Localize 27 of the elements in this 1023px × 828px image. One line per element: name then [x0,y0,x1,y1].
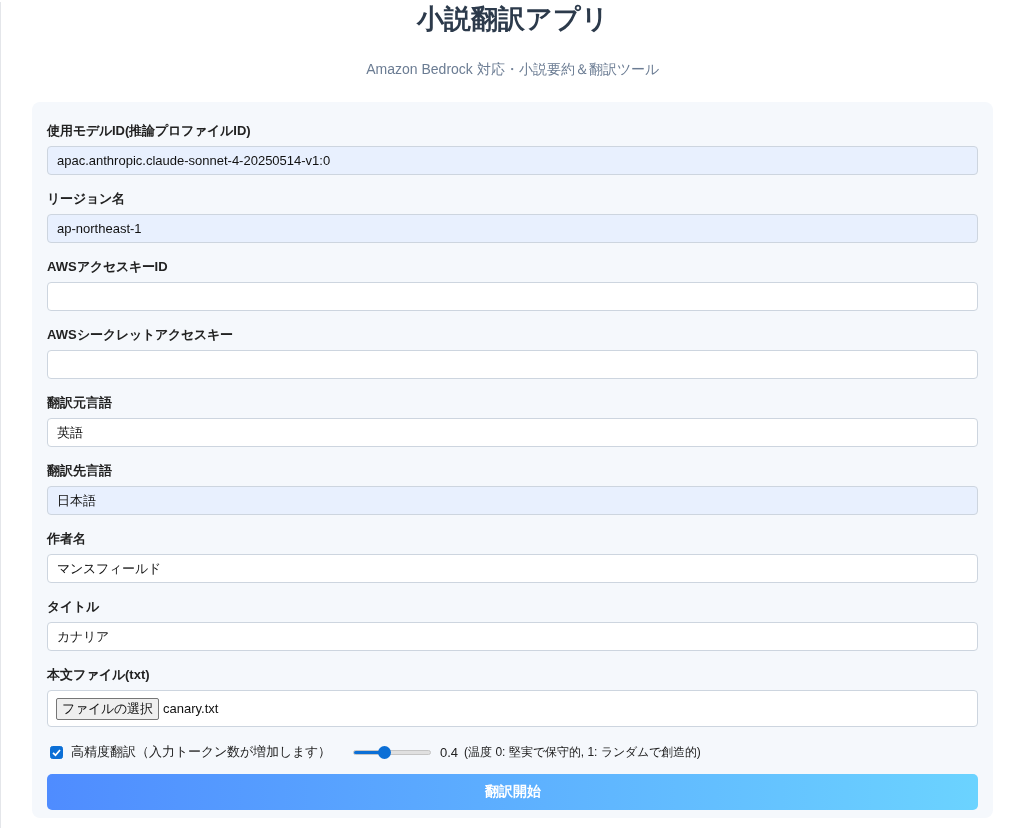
input-field[interactable]: 日本語 [47,486,978,515]
slider-thumb[interactable] [378,745,392,759]
field-label: 翻訳先言語 [47,463,112,479]
field-label: 使用モデルID(推論プロファイルID) [47,123,251,139]
field-label: タイトル [47,599,99,615]
input-field[interactable]: マンスフィールド [47,554,978,583]
input-field[interactable] [47,282,978,311]
file-input-field[interactable]: ファイルの選択 canary.txt [47,690,978,727]
slider-hint: (温度 0: 堅実で保守的, 1: ランダムで創造的) [464,743,701,761]
choose-file-button[interactable]: ファイルの選択 [56,697,159,720]
input-field[interactable]: ap-northeast-1 [47,214,978,243]
field-label: 本文ファイル(txt) [47,667,150,683]
input-field[interactable] [47,350,978,379]
field-label: 翻訳元言語 [47,395,112,411]
page-subtitle: Amazon Bedrock 対応・小説要約＆翻訳ツール [365,60,660,78]
input-field[interactable]: カナリア [47,622,978,651]
slider-value: 0.4 [440,744,459,760]
checkbox[interactable] [50,745,63,759]
field-label: AWSアクセスキーID [47,259,168,275]
input-field[interactable]: apac.anthropic.claude-sonnet-4-20250514-v1:0 [47,146,978,175]
page-title: 小説翻訳アプリ [415,3,610,36]
checkbox-label: 高精度翻訳（入力トークン数が増加します） [71,743,331,761]
field-label: 作者名 [47,531,86,547]
input-field[interactable]: 英語 [47,418,978,447]
field-label: リージョン名 [47,191,125,207]
field-label: AWSシークレットアクセスキー [47,327,233,343]
file-name: canary.txt [163,701,219,716]
